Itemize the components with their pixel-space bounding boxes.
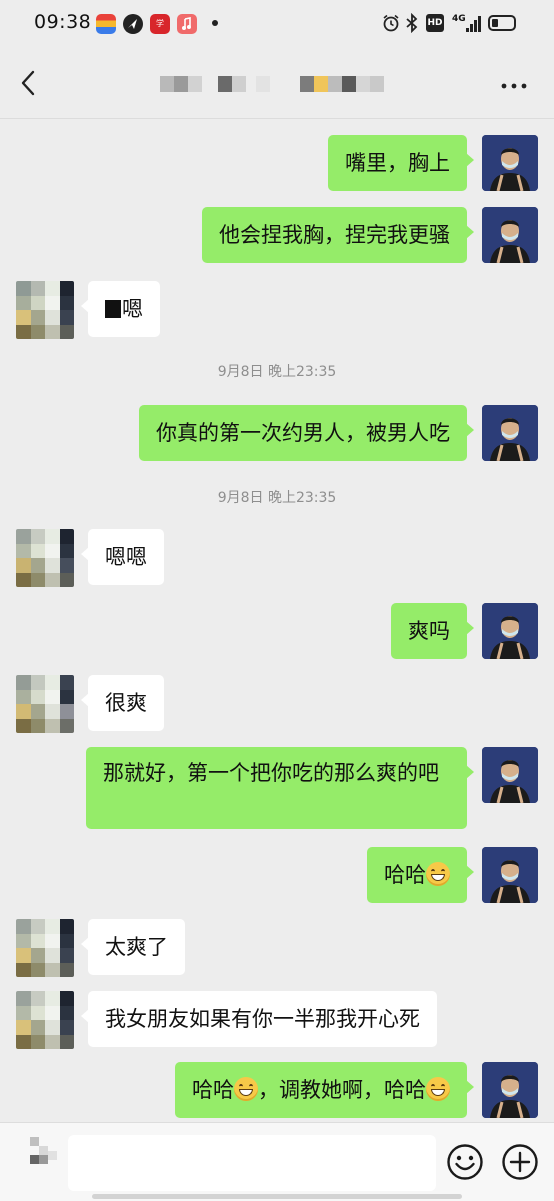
chat-messages[interactable]: 嘴里，胸上 他会捏我胸，捏完我更骚 嗯 9月8日 晚上23:35 你真的第一次约… (0, 119, 554, 1122)
message-bubble[interactable]: 嘴里，胸上 (328, 135, 474, 191)
message-bubble[interactable]: 我女朋友如果有你一半那我开心死 (81, 991, 437, 1047)
avatar-redacted[interactable] (16, 529, 74, 587)
home-indicator (92, 1194, 462, 1199)
avatar-redacted[interactable] (16, 675, 74, 733)
status-time: 09:38 (34, 11, 92, 33)
avatar-redacted[interactable] (16, 991, 74, 1049)
photos-icon (96, 14, 116, 34)
avatar[interactable] (482, 405, 538, 461)
message-bubble[interactable]: 嗯嗯 (81, 529, 164, 585)
chat-header (0, 48, 554, 119)
chevron-left-icon[interactable] (18, 68, 38, 98)
alarm-icon (382, 14, 400, 36)
avatar-redacted[interactable] (16, 919, 74, 977)
avatar[interactable] (482, 747, 538, 803)
network-label: 4G (452, 14, 466, 24)
message-bubble[interactable]: 爽吗 (391, 603, 474, 659)
maps-icon (123, 14, 143, 34)
avatar[interactable] (482, 1062, 538, 1118)
avatar-redacted[interactable] (16, 281, 74, 339)
grin-emoji-icon (426, 1077, 450, 1101)
notification-dot (212, 20, 218, 26)
message-bubble[interactable]: 他会捏我胸，捏完我更骚 (202, 207, 474, 263)
grin-emoji-icon (426, 862, 450, 886)
avatar[interactable] (482, 135, 538, 191)
battery-icon (488, 15, 516, 31)
avatar[interactable] (482, 603, 538, 659)
redacted-text (105, 300, 121, 318)
avatar[interactable] (482, 847, 538, 903)
plus-icon[interactable] (501, 1143, 539, 1181)
timestamp: 9月8日 晚上23:35 (217, 364, 337, 380)
music-icon (177, 14, 197, 34)
status-bar: 09:38 学 HD 4G (0, 0, 554, 48)
smile-icon[interactable] (446, 1143, 484, 1181)
more-icon[interactable] (500, 79, 528, 90)
grin-emoji-icon (234, 1077, 258, 1101)
message-bubble[interactable]: 你真的第一次约男人，被男人吃 (139, 405, 474, 461)
hd-icon: HD (426, 14, 444, 32)
message-bubble[interactable]: 太爽了 (81, 919, 185, 975)
chat-title-redacted (160, 76, 384, 92)
message-bubble[interactable]: 很爽 (81, 675, 164, 731)
study-app-icon: 学 (150, 14, 170, 34)
message-bubble[interactable]: 哈哈 ，调教她啊，哈哈 (175, 1062, 474, 1118)
message-bubble[interactable]: 嗯 (81, 281, 160, 337)
timestamp: 9月8日 晚上23:35 (217, 490, 337, 506)
input-bar (0, 1122, 554, 1201)
bluetooth-icon (405, 12, 419, 37)
message-input[interactable] (68, 1135, 436, 1191)
message-bubble[interactable]: 那就好，第一个把你吃的那么爽的吧 (86, 747, 474, 829)
avatar[interactable] (482, 207, 538, 263)
voice-toggle-redacted[interactable] (30, 1137, 58, 1169)
message-bubble[interactable]: 哈哈 (367, 847, 474, 903)
signal-icon (466, 16, 481, 32)
